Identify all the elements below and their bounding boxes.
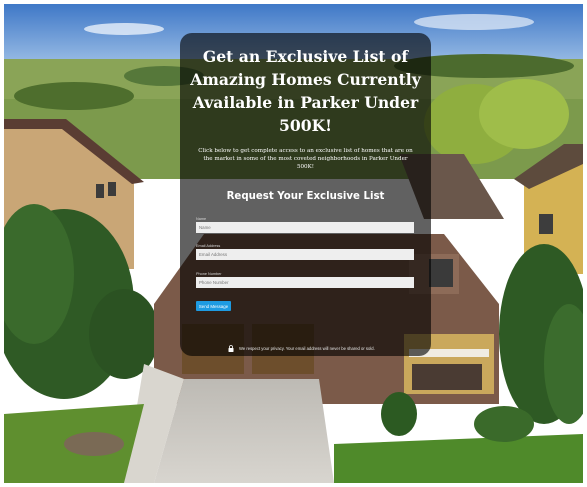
send-message-button[interactable]: Send Message xyxy=(196,301,231,311)
privacy-text: We respect your privacy. Your email addr… xyxy=(239,346,375,351)
lead-capture-panel: Get an Exclusive List of Amazing Homes C… xyxy=(180,33,431,356)
email-field-group: Email Address xyxy=(196,244,414,260)
form-title: Request Your Exclusive List xyxy=(226,191,385,202)
headline: Get an Exclusive List of Amazing Homes C… xyxy=(190,47,421,135)
name-field-group: Name xyxy=(196,217,414,233)
subheadline: Click below to get complete access to an… xyxy=(198,148,413,170)
phone-field-group: Phone Number xyxy=(196,272,414,288)
phone-field[interactable] xyxy=(196,277,414,288)
email-field[interactable] xyxy=(196,249,414,260)
page-frame: Get an Exclusive List of Amazing Homes C… xyxy=(4,4,583,483)
name-field[interactable] xyxy=(196,222,414,233)
lock-icon xyxy=(228,345,234,352)
privacy-notice: We respect your privacy. Your email addr… xyxy=(228,345,375,352)
